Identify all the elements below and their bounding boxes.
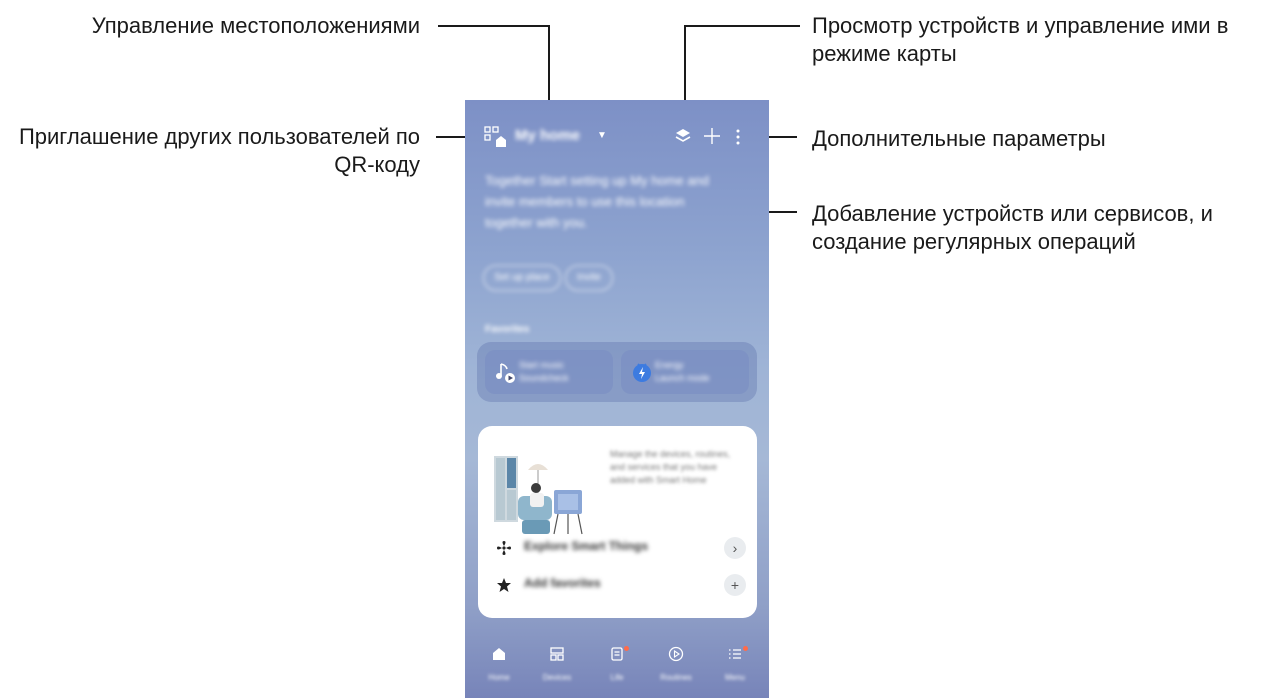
bottom-navigation: Home Devices Life Routines Menu: [465, 636, 769, 698]
nav-devices[interactable]: Devices: [537, 646, 577, 682]
chevron-down-icon[interactable]: ▼: [597, 130, 607, 141]
callout-map-view: Просмотр устройств и управление ими в ре…: [812, 13, 1229, 66]
notification-dot: [624, 646, 629, 651]
smart-home-illustration: [494, 456, 583, 535]
location-selector[interactable]: My home: [515, 127, 580, 144]
nav-routines-label: Routines: [660, 673, 692, 682]
play-icon: [668, 646, 684, 662]
nav-routines[interactable]: Routines: [656, 646, 696, 682]
set-up-place-button[interactable]: Set up place: [483, 265, 561, 291]
callout-add-devices: Добавление устройств или сервисов, и соз…: [812, 201, 1213, 254]
plus-icon[interactable]: +: [724, 574, 746, 596]
energy-bolt-icon: [633, 363, 651, 382]
add-icon[interactable]: [703, 127, 721, 145]
nav-life-label: Life: [610, 673, 624, 682]
document-icon: [611, 647, 623, 661]
explore-label: Explore Smart Things: [524, 539, 649, 553]
music-note-icon: [496, 363, 515, 383]
discover-card-text: Manage the devices, routines, and servic…: [610, 449, 731, 485]
add-favorites-row[interactable]: Add favorites +: [496, 574, 746, 596]
more-options-icon[interactable]: [735, 129, 741, 145]
nav-life[interactable]: Life: [597, 646, 637, 682]
nav-menu-label: Menu: [724, 673, 745, 682]
favorite-energy-line2: Launch mode: [655, 373, 710, 383]
nav-home-label: Home: [488, 673, 510, 682]
favorite-music-line1: Start music: [519, 360, 565, 370]
invite-button[interactable]: Invite: [565, 265, 613, 291]
callout-invite: Приглашение других пользователей по QR-к…: [18, 124, 420, 177]
welcome-text: Together Start setting up My home and in…: [485, 173, 710, 230]
nav-devices-label: Devices: [542, 673, 572, 682]
qr-invite-icon[interactable]: [484, 126, 506, 148]
phone-screen: My home ▼ Together Start setting up My h…: [465, 100, 769, 698]
chevron-right-icon[interactable]: ›: [724, 537, 746, 559]
grid-icon: [550, 647, 564, 661]
add-favorites-label: Add favorites: [524, 576, 601, 590]
home-icon: [493, 648, 505, 660]
favorites-panel: Start music Soundcheck Energy Launch mod…: [477, 342, 757, 402]
map-view-icon[interactable]: [675, 128, 691, 144]
menu-icon: [729, 649, 741, 659]
discover-card: Manage the devices, routines, and servic…: [478, 426, 757, 618]
notification-dot: [743, 646, 748, 651]
favorites-heading: Favorites: [485, 324, 530, 335]
nav-home[interactable]: Home: [479, 646, 519, 682]
fan-icon: [497, 541, 511, 555]
favorite-music-line2: Soundcheck: [519, 373, 569, 383]
callout-locations: Управление местоположениями: [91, 13, 420, 38]
favorite-tile-energy[interactable]: Energy Launch mode: [621, 350, 749, 394]
favorite-tile-music[interactable]: Start music Soundcheck: [485, 350, 613, 394]
star-icon: [497, 578, 511, 592]
callout-more-options: Дополнительные параметры: [812, 126, 1106, 151]
favorite-energy-line1: Energy: [655, 360, 684, 370]
explore-row[interactable]: Explore Smart Things ›: [496, 537, 746, 559]
nav-menu[interactable]: Menu: [715, 646, 755, 682]
